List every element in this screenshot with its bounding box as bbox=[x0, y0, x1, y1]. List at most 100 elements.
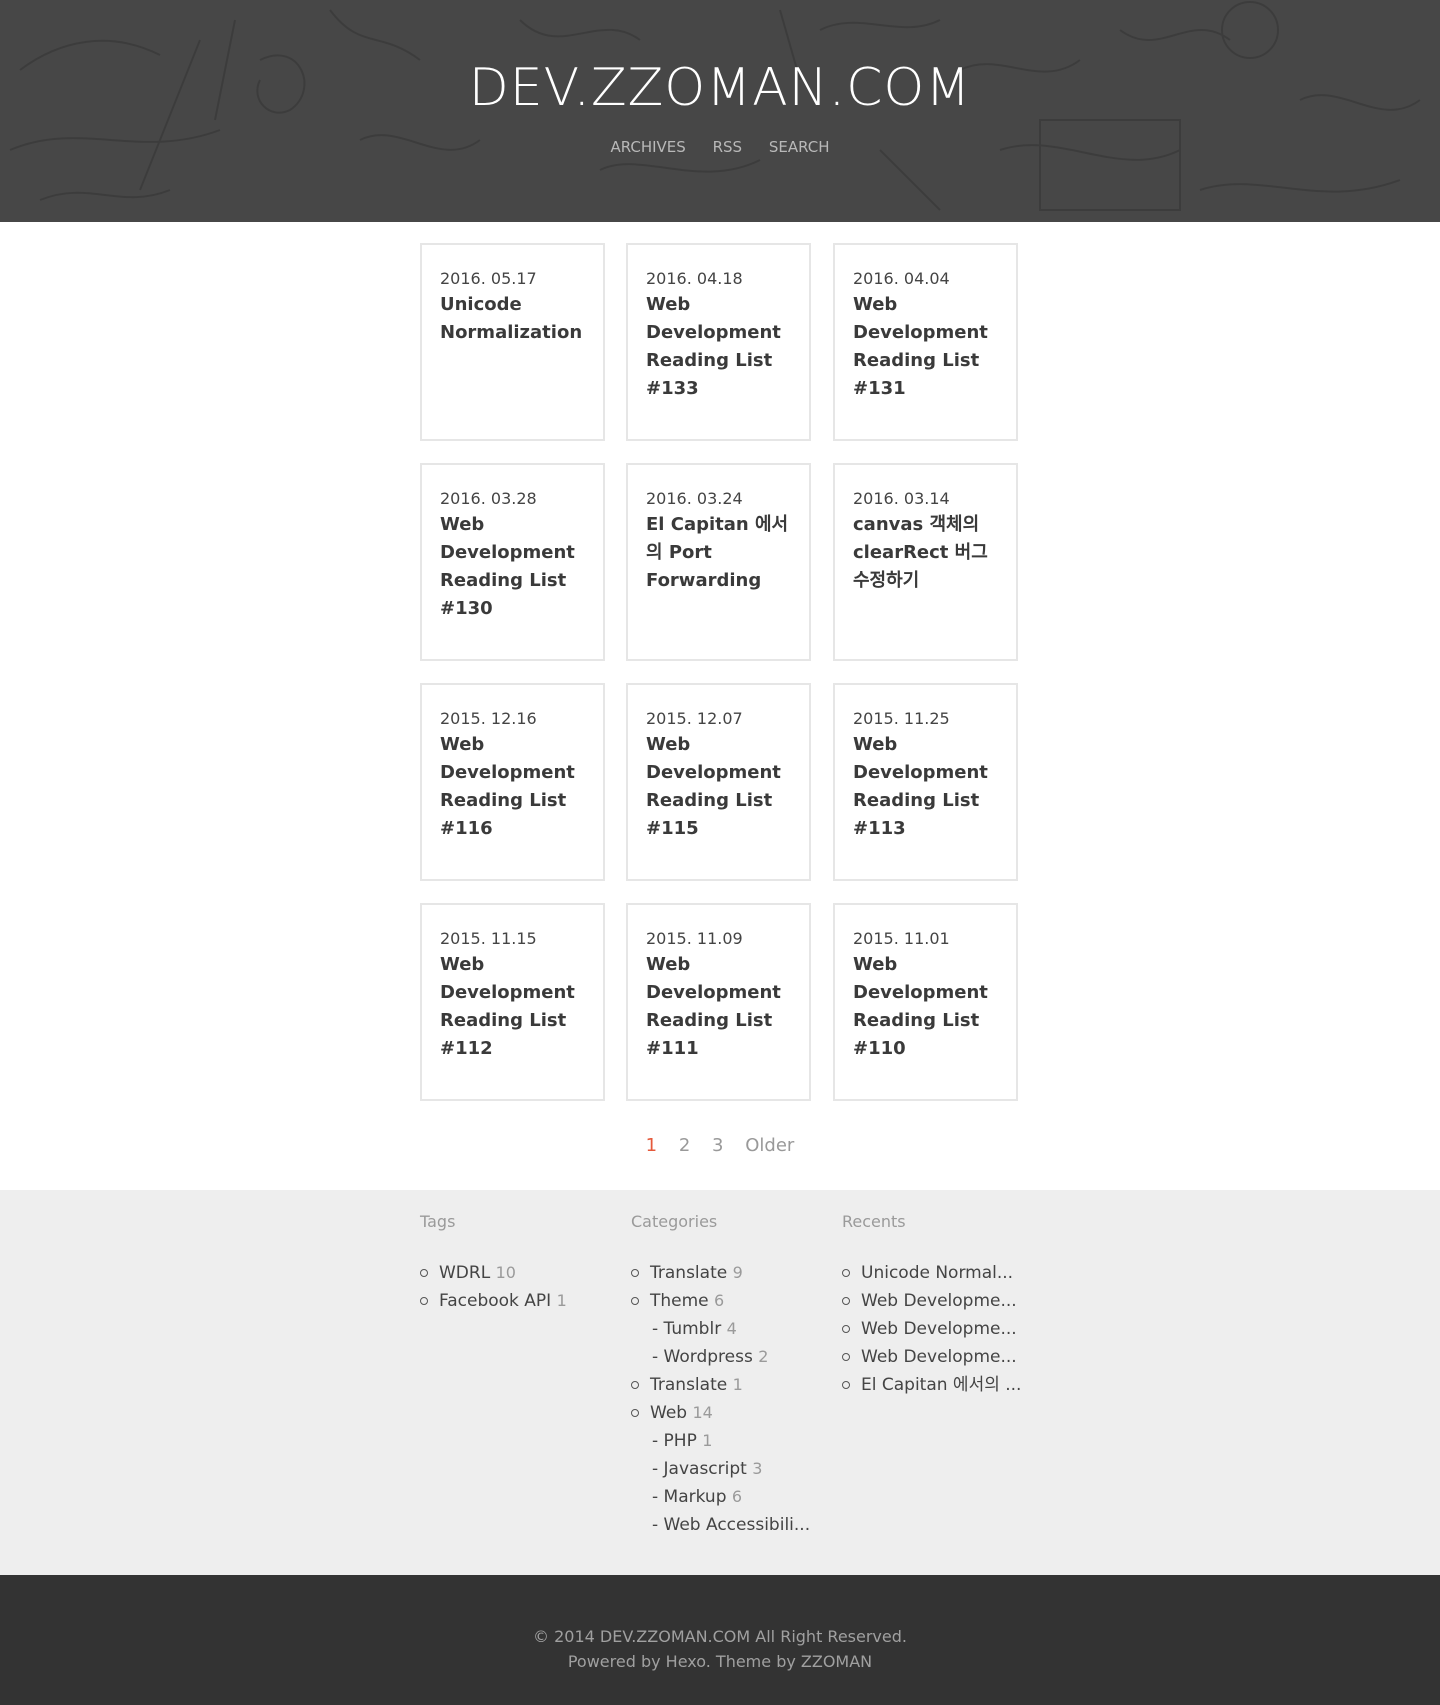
category-link[interactable]: Web bbox=[650, 1403, 687, 1423]
post-date: 2015. 12.16 bbox=[440, 709, 537, 728]
recent-link[interactable]: Unicode Normal... bbox=[861, 1263, 1013, 1283]
subcategory-item[interactable]: - Wordpress 2 bbox=[631, 1343, 831, 1371]
recent-item[interactable]: Unicode Normal... bbox=[842, 1259, 1042, 1287]
post-card[interactable]: 2016. 03.28 Web Development Reading List… bbox=[420, 463, 605, 661]
post-date: 2015. 11.15 bbox=[440, 929, 537, 948]
tag-count: 1 bbox=[556, 1291, 567, 1310]
recent-item[interactable]: El Capitan 에서의 ... bbox=[842, 1371, 1042, 1399]
nav-archives[interactable]: ARCHIVES bbox=[610, 138, 685, 156]
post-title[interactable]: Web Development Reading List #113 bbox=[853, 731, 1002, 843]
post-date: 2016. 03.28 bbox=[440, 489, 537, 508]
category-link[interactable]: - Web Accessibili... bbox=[652, 1515, 810, 1535]
site-header: DEV.ZZOMAN.COM ARCHIVES RSS SEARCH bbox=[0, 0, 1440, 222]
post-card[interactable]: 2016. 03.14 canvas 객체의 clearRect 버그 수정하기 bbox=[833, 463, 1018, 661]
categories-widget: Categories Translate 9 Theme 6 - Tumblr … bbox=[631, 1212, 831, 1539]
category-count: 9 bbox=[732, 1263, 743, 1282]
recent-link[interactable]: Web Developme... bbox=[861, 1347, 1017, 1367]
post-title[interactable]: Web Development Reading List #131 bbox=[853, 291, 1002, 403]
category-link[interactable]: - Tumblr bbox=[652, 1319, 721, 1339]
tag-item[interactable]: Facebook API 1 bbox=[420, 1287, 620, 1315]
post-title[interactable]: canvas 객체의 clearRect 버그 수정하기 bbox=[853, 511, 1002, 595]
widgets-area: Tags WDRL 10 Facebook API 1 Categories T… bbox=[0, 1190, 1440, 1575]
powered-by-text: Powered by Hexo. Theme by ZZOMAN bbox=[567, 1652, 873, 1671]
category-link[interactable]: Translate bbox=[650, 1375, 727, 1395]
category-item[interactable]: Web 14 bbox=[631, 1399, 831, 1427]
page-link[interactable]: 2 bbox=[679, 1135, 690, 1156]
post-title[interactable]: Web Development Reading List #115 bbox=[646, 731, 795, 843]
category-count: 1 bbox=[732, 1375, 743, 1394]
subcategory-item[interactable]: - Javascript 3 bbox=[631, 1455, 831, 1483]
post-date: 2015. 11.25 bbox=[853, 709, 950, 728]
older-link[interactable]: Older bbox=[745, 1135, 794, 1156]
subcategory-item[interactable]: - Web Accessibili... bbox=[631, 1511, 831, 1539]
site-footer: © 2014 DEV.ZZOMAN.COM All Right Reserved… bbox=[0, 1575, 1440, 1705]
site-title[interactable]: DEV.ZZOMAN.COM bbox=[0, 58, 1440, 118]
category-link[interactable]: - Wordpress bbox=[652, 1347, 753, 1367]
post-card[interactable]: 2016. 05.17 Unicode Normalization bbox=[420, 243, 605, 441]
page-link[interactable]: 3 bbox=[712, 1135, 723, 1156]
subcategory-item[interactable]: - PHP 1 bbox=[631, 1427, 831, 1455]
category-count: 14 bbox=[692, 1403, 713, 1422]
category-link[interactable]: - Markup bbox=[652, 1487, 727, 1507]
post-date: 2016. 03.14 bbox=[853, 489, 950, 508]
post-card[interactable]: 2015. 11.01 Web Development Reading List… bbox=[833, 903, 1018, 1101]
recent-item[interactable]: Web Developme... bbox=[842, 1315, 1042, 1343]
post-title[interactable]: Web Development Reading List #133 bbox=[646, 291, 795, 403]
pagination: 1 2 3 Older bbox=[0, 1135, 1440, 1156]
tags-list: WDRL 10 Facebook API 1 bbox=[420, 1259, 620, 1315]
recent-link[interactable]: Web Developme... bbox=[861, 1319, 1017, 1339]
post-date: 2016. 05.17 bbox=[440, 269, 537, 288]
category-link[interactable]: - PHP bbox=[652, 1431, 697, 1451]
recent-link[interactable]: Web Developme... bbox=[861, 1291, 1017, 1311]
category-item[interactable]: Translate 1 bbox=[631, 1371, 831, 1399]
post-card[interactable]: 2015. 11.15 Web Development Reading List… bbox=[420, 903, 605, 1101]
category-count: 6 bbox=[731, 1487, 743, 1506]
category-item[interactable]: Translate 9 bbox=[631, 1259, 831, 1287]
tag-link[interactable]: Facebook API bbox=[439, 1291, 551, 1311]
recent-link[interactable]: El Capitan 에서의 ... bbox=[861, 1375, 1021, 1395]
recent-item[interactable]: Web Developme... bbox=[842, 1287, 1042, 1315]
main-nav: ARCHIVES RSS SEARCH bbox=[0, 138, 1440, 156]
tags-heading: Tags bbox=[420, 1212, 456, 1231]
category-count: 4 bbox=[726, 1319, 737, 1338]
category-count: 6 bbox=[714, 1291, 725, 1310]
recents-list: Unicode Normal... Web Developme... Web D… bbox=[842, 1259, 1042, 1399]
category-count: 1 bbox=[702, 1431, 713, 1450]
post-date: 2015. 12.07 bbox=[646, 709, 743, 728]
recents-widget: Recents Unicode Normal... Web Developme.… bbox=[842, 1212, 1042, 1399]
post-title[interactable]: Web Development Reading List #116 bbox=[440, 731, 589, 843]
post-title[interactable]: Web Development Reading List #110 bbox=[853, 951, 1002, 1063]
category-link[interactable]: Theme bbox=[650, 1291, 709, 1311]
tag-link[interactable]: WDRL bbox=[439, 1263, 490, 1283]
post-card[interactable]: 2015. 11.09 Web Development Reading List… bbox=[626, 903, 811, 1101]
page-current: 1 bbox=[645, 1135, 658, 1156]
category-count: 2 bbox=[758, 1347, 769, 1366]
recent-item[interactable]: Web Developme... bbox=[842, 1343, 1042, 1371]
category-item[interactable]: Theme 6 bbox=[631, 1287, 831, 1315]
category-link[interactable]: Translate bbox=[650, 1263, 727, 1283]
post-title[interactable]: Web Development Reading List #130 bbox=[440, 511, 589, 623]
recents-heading: Recents bbox=[842, 1212, 906, 1231]
copyright-text: © 2014 DEV.ZZOMAN.COM All Right Reserved… bbox=[533, 1627, 907, 1646]
subcategory-item[interactable]: - Markup 6 bbox=[631, 1483, 831, 1511]
post-card[interactable]: 2015. 12.07 Web Development Reading List… bbox=[626, 683, 811, 881]
tag-count: 10 bbox=[495, 1263, 516, 1282]
post-card[interactable]: 2015. 11.25 Web Development Reading List… bbox=[833, 683, 1018, 881]
nav-rss[interactable]: RSS bbox=[713, 138, 742, 156]
post-card[interactable]: 2016. 04.18 Web Development Reading List… bbox=[626, 243, 811, 441]
post-date: 2016. 04.04 bbox=[853, 269, 950, 288]
post-title[interactable]: El Capitan 에서의 Port Forwarding bbox=[646, 511, 795, 595]
post-card[interactable]: 2016. 04.04 Web Development Reading List… bbox=[833, 243, 1018, 441]
post-title[interactable]: Web Development Reading List #112 bbox=[440, 951, 589, 1063]
subcategory-item[interactable]: - Tumblr 4 bbox=[631, 1315, 831, 1343]
post-date: 2016. 03.24 bbox=[646, 489, 743, 508]
post-title[interactable]: Unicode Normalization bbox=[440, 291, 589, 347]
post-date: 2015. 11.01 bbox=[853, 929, 950, 948]
post-card[interactable]: 2015. 12.16 Web Development Reading List… bbox=[420, 683, 605, 881]
tag-item[interactable]: WDRL 10 bbox=[420, 1259, 620, 1287]
category-link[interactable]: - Javascript bbox=[652, 1459, 747, 1479]
post-title[interactable]: Web Development Reading List #111 bbox=[646, 951, 795, 1063]
categories-heading: Categories bbox=[631, 1212, 718, 1231]
nav-search[interactable]: SEARCH bbox=[769, 138, 830, 156]
post-card[interactable]: 2016. 03.24 El Capitan 에서의 Port Forwardi… bbox=[626, 463, 811, 661]
